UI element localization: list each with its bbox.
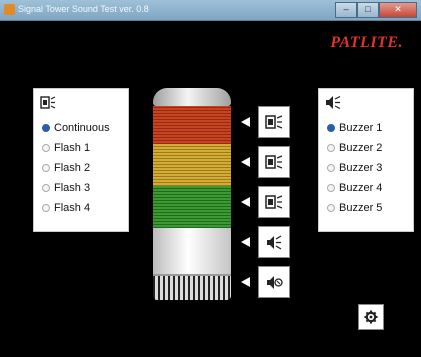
light-option-flash-1[interactable]: Flash 1 — [42, 142, 90, 154]
light-option-flash-3[interactable]: Flash 3 — [42, 182, 90, 194]
title-bar[interactable]: Signal Tower Sound Test ver. 0.8 – □ ✕ — [0, 0, 421, 21]
option-label: Flash 3 — [54, 182, 91, 194]
option-label: Flash 4 — [54, 202, 91, 214]
arrow-left-icon — [241, 237, 250, 247]
option-label: Buzzer 5 — [339, 202, 383, 214]
tower-red-segment[interactable] — [153, 106, 231, 144]
maximize-icon[interactable]: □ — [357, 2, 379, 18]
radio-buzzer-2[interactable] — [327, 144, 335, 152]
buzzer-option-3[interactable]: Buzzer 3 — [327, 162, 382, 174]
buzzer-option-1[interactable]: Buzzer 1 — [327, 122, 382, 134]
tower-cap — [153, 88, 231, 106]
app-client-area: PATLITE. Continuous Flash 1 Flash 2 Flas… — [8, 22, 414, 352]
amber-light-button[interactable] — [258, 146, 290, 178]
radio-buzzer-3[interactable] — [327, 164, 335, 172]
buzzer-panel: Buzzer 1 Buzzer 2 Buzzer 3 Buzzer 4 Buzz… — [318, 88, 414, 232]
light-amber-icon — [265, 155, 283, 169]
buzzer-button[interactable] — [258, 266, 290, 298]
radio-flash-3[interactable] — [42, 184, 50, 192]
buzzer-option-2[interactable]: Buzzer 2 — [327, 142, 382, 154]
speaker-button[interactable] — [258, 226, 290, 258]
tower-green-segment[interactable] — [153, 186, 231, 228]
arrow-left-icon — [241, 117, 250, 127]
buzzer-option-5[interactable]: Buzzer 5 — [327, 202, 382, 214]
speaker-icon — [267, 235, 282, 250]
buzzer-icon — [267, 276, 283, 289]
option-label: Flash 2 — [54, 162, 91, 174]
buzzer-option-4[interactable]: Buzzer 4 — [327, 182, 382, 194]
tower-amber-segment[interactable] — [153, 144, 231, 186]
radio-buzzer-4[interactable] — [327, 184, 335, 192]
tower-white-segment[interactable] — [153, 228, 231, 274]
window-controls: – □ ✕ — [335, 2, 417, 18]
option-label: Buzzer 2 — [339, 142, 383, 154]
light-red-icon — [265, 115, 283, 129]
settings-button[interactable] — [358, 304, 384, 330]
app-icon — [4, 4, 15, 15]
minimize-icon[interactable]: – — [335, 2, 357, 18]
window-title: Signal Tower Sound Test ver. 0.8 — [18, 4, 149, 14]
red-light-button[interactable] — [258, 106, 290, 138]
light-mode-panel: Continuous Flash 1 Flash 2 Flash 3 Flash… — [33, 88, 129, 232]
radio-flash-4[interactable] — [42, 204, 50, 212]
light-option-flash-4[interactable]: Flash 4 — [42, 202, 90, 214]
option-label: Buzzer 3 — [339, 162, 383, 174]
radio-buzzer-5[interactable] — [327, 204, 335, 212]
arrow-left-icon — [241, 277, 250, 287]
option-label: Buzzer 4 — [339, 182, 383, 194]
gear-icon — [364, 310, 378, 324]
option-label: Continuous — [54, 122, 110, 134]
patlite-logo: PATLITE. — [330, 34, 403, 51]
tower-buzzer-grill — [153, 274, 231, 300]
light-green-icon — [265, 195, 283, 209]
option-label: Buzzer 1 — [339, 122, 383, 134]
radio-flash-1[interactable] — [42, 144, 50, 152]
speaker-icon — [326, 95, 341, 110]
arrow-left-icon — [241, 157, 250, 167]
option-label: Flash 1 — [54, 142, 91, 154]
light-mode-icon — [40, 96, 56, 109]
green-light-button[interactable] — [258, 186, 290, 218]
light-option-flash-2[interactable]: Flash 2 — [42, 162, 90, 174]
arrow-left-icon — [241, 197, 250, 207]
radio-flash-2[interactable] — [42, 164, 50, 172]
signal-tower — [153, 88, 231, 300]
light-option-continuous[interactable]: Continuous — [42, 122, 110, 134]
radio-buzzer-1[interactable] — [327, 124, 335, 132]
radio-continuous[interactable] — [42, 124, 50, 132]
close-icon[interactable]: ✕ — [379, 2, 417, 18]
